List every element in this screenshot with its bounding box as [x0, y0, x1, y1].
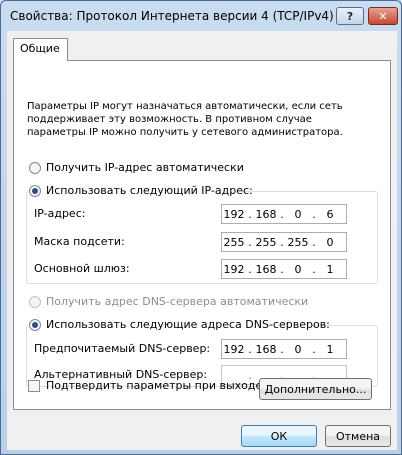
dns-manual-label[interactable]: Использовать следующие адреса DNS-сервер… — [46, 318, 330, 331]
preferred-dns-field[interactable]: 192. 168. 0. 1 — [221, 339, 347, 359]
help-button[interactable]: ? — [336, 7, 364, 25]
close-button[interactable]: ✕ — [368, 7, 398, 25]
tab-panel: Параметры IP могут назначаться автоматич… — [13, 60, 391, 410]
ip-auto-radio[interactable] — [29, 162, 41, 174]
close-icon: ✕ — [378, 9, 388, 23]
dns-manual-radio[interactable] — [29, 319, 41, 331]
tab-general[interactable]: Общие — [13, 38, 68, 61]
ip-auto-label[interactable]: Получить IP-адрес автоматически — [46, 161, 244, 174]
preferred-dns-label: Предпочитаемый DNS-сервер: — [34, 342, 211, 355]
validate-label[interactable]: Подтвердить параметры при выходе — [46, 379, 262, 392]
dialog-client-area: Общие Параметры IP могут назначаться авт… — [7, 31, 397, 450]
dns-auto-label[interactable]: Получить адрес DNS-сервера автоматически — [46, 295, 308, 308]
subnet-mask-label: Маска подсети: — [34, 235, 125, 248]
ip-address-label: IP-адрес: — [34, 207, 86, 220]
gateway-field[interactable]: 192. 168. 0. 1 — [221, 259, 347, 279]
dns-auto-radio[interactable] — [29, 296, 41, 308]
gateway-label: Основной шлюз: — [34, 262, 130, 275]
subnet-mask-field[interactable]: 255. 255. 255. 0 — [221, 232, 347, 252]
help-icon: ? — [346, 9, 354, 23]
ip-manual-radio[interactable] — [29, 185, 41, 197]
title-bar[interactable]: Свойства: Протокол Интернета версии 4 (T… — [1, 1, 401, 31]
ip-manual-label[interactable]: Использовать следующий IP-адрес: — [46, 184, 253, 197]
window-title: Свойства: Протокол Интернета версии 4 (T… — [10, 9, 334, 23]
cancel-button[interactable]: Отмена — [325, 425, 391, 447]
ok-button[interactable]: ОК — [241, 425, 317, 447]
ip-address-field[interactable]: 192. 168. 0. 6 — [221, 204, 347, 224]
dialog-window: Свойства: Протокол Интернета версии 4 (T… — [0, 0, 402, 455]
info-description: Параметры IP могут назначаться автоматич… — [27, 101, 343, 138]
validate-checkbox[interactable] — [28, 380, 40, 392]
advanced-button[interactable]: Дополнительно... — [259, 378, 372, 400]
